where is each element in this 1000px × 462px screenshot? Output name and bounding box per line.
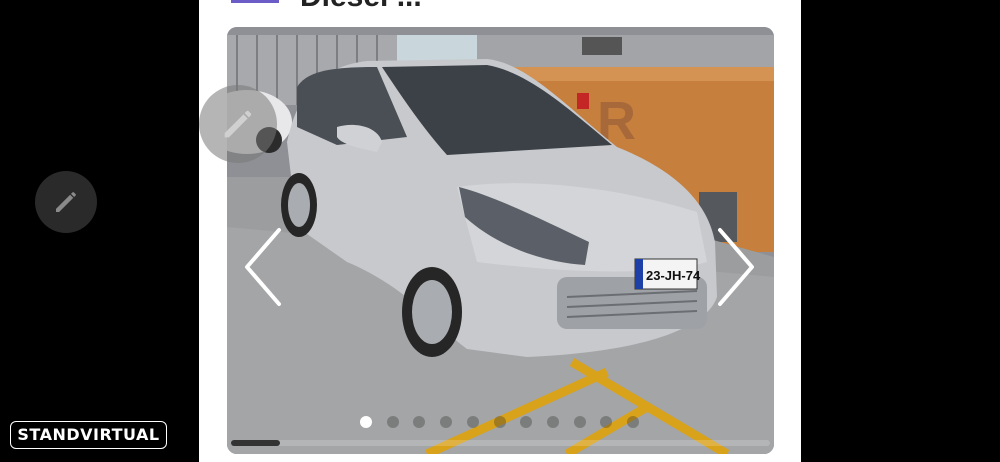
pencil-icon bbox=[224, 110, 252, 138]
license-plate-text: 23-JH-74 bbox=[646, 268, 701, 283]
previous-photo-button[interactable] bbox=[239, 222, 289, 312]
pagination-dot[interactable] bbox=[600, 416, 613, 428]
photo-pagination-dots bbox=[227, 416, 774, 430]
pagination-dot[interactable] bbox=[440, 416, 453, 428]
chevron-right-icon bbox=[718, 228, 754, 306]
car-photo: R 23-JH-74 bbox=[227, 27, 774, 454]
photo-scroll-track[interactable] bbox=[231, 440, 770, 446]
pagination-dot[interactable] bbox=[466, 416, 479, 428]
chevron-left-icon bbox=[245, 228, 281, 306]
pagination-dot[interactable] bbox=[413, 416, 426, 428]
next-photo-button[interactable] bbox=[710, 222, 760, 312]
edit-button[interactable] bbox=[35, 171, 97, 233]
pagination-dot[interactable] bbox=[627, 416, 639, 428]
title-accent-bar bbox=[231, 0, 279, 3]
pencil-icon bbox=[56, 192, 76, 212]
pagination-dot[interactable] bbox=[360, 416, 372, 428]
pagination-dot[interactable] bbox=[493, 416, 506, 428]
photo-gallery[interactable]: R 23-JH-74 bbox=[227, 27, 774, 454]
edit-overlay-button[interactable] bbox=[199, 85, 277, 163]
pagination-dot[interactable] bbox=[520, 416, 533, 428]
photo-scroll-thumb[interactable] bbox=[231, 440, 280, 446]
standvirtual-logo: STANDVIRTUAL bbox=[10, 421, 167, 449]
pagination-dot[interactable] bbox=[386, 416, 399, 428]
listing-title: Diesel ... bbox=[300, 0, 422, 8]
pagination-dot[interactable] bbox=[573, 416, 586, 428]
pagination-dot[interactable] bbox=[546, 416, 559, 428]
